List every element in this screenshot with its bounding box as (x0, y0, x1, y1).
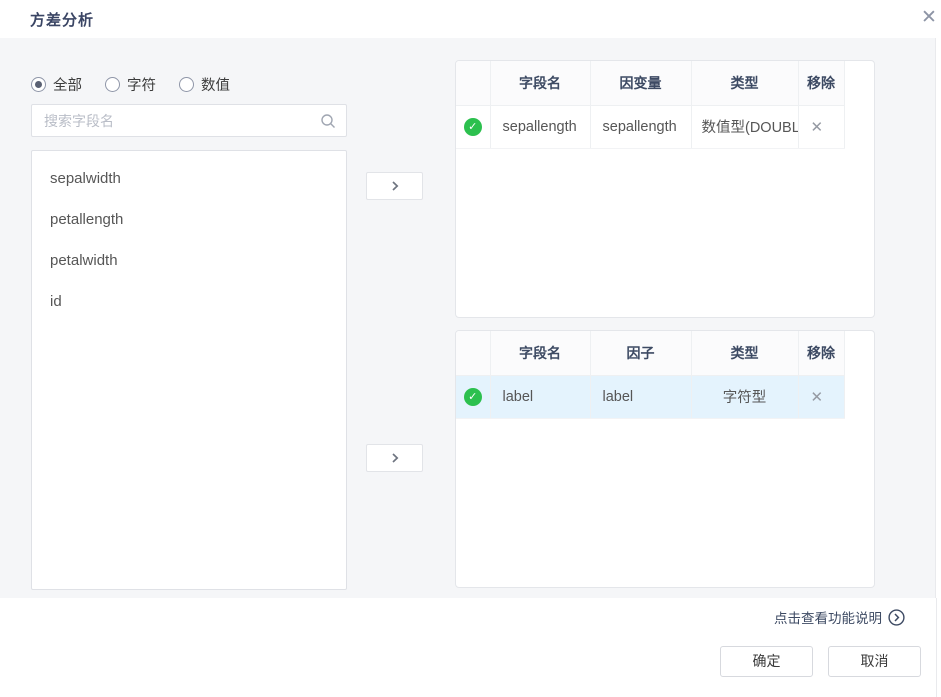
remove-cell: ✕ (798, 105, 844, 148)
field-type-filter: 全部 字符 数值 (31, 74, 230, 95)
available-fields-list: sepalwidth petallength petalwidth id (31, 150, 347, 590)
help-link[interactable]: 点击查看功能说明 (774, 607, 905, 627)
table-header-row: 字段名 因子 类型 移除 (456, 331, 844, 375)
header-factor: 因子 (590, 331, 691, 375)
move-to-factor-button[interactable] (366, 444, 423, 472)
dialog-title: 方差分析 (30, 9, 94, 30)
factor-table: 字段名 因子 类型 移除 ✓ label label 字符型 ✕ (456, 331, 845, 419)
anova-dialog: 方差分析 ✕ 全部 字符 数值 (0, 0, 941, 697)
radio-string[interactable]: 字符 (105, 74, 156, 95)
remove-cell: ✕ (798, 375, 844, 418)
dependent-variable-panel: 字段名 因变量 类型 移除 ✓ sepallength sepallength … (455, 60, 875, 318)
radio-unselected-icon (179, 77, 194, 92)
field-name-cell: label (490, 375, 590, 418)
help-link-label: 点击查看功能说明 (774, 607, 882, 627)
header-remove: 移除 (798, 331, 844, 375)
search-input[interactable] (31, 104, 347, 137)
field-name-cell: sepallength (490, 105, 590, 148)
dialog-right-edge (936, 598, 937, 697)
dependent-variable-table: 字段名 因变量 类型 移除 ✓ sepallength sepallength … (456, 61, 845, 149)
radio-selected-icon (31, 77, 46, 92)
radio-string-label: 字符 (127, 74, 156, 95)
circled-arrow-icon (888, 609, 905, 626)
radio-all-label: 全部 (53, 74, 82, 95)
chevron-right-icon (389, 452, 401, 464)
type-cell: 数值型(DOUBL (691, 105, 798, 148)
list-item[interactable]: sepalwidth (32, 158, 346, 199)
remove-icon[interactable]: ✕ (811, 119, 824, 136)
type-cell: 字符型 (691, 375, 798, 418)
dependent-variable-cell: sepallength (590, 105, 691, 148)
check-circle-icon: ✓ (464, 118, 482, 136)
header-remove: 移除 (798, 61, 844, 105)
factor-cell: label (590, 375, 691, 418)
dialog-titlebar: 方差分析 ✕ (0, 0, 941, 38)
close-icon[interactable]: ✕ (916, 5, 941, 31)
chevron-right-icon (389, 180, 401, 192)
radio-numeric[interactable]: 数值 (179, 74, 230, 95)
radio-numeric-label: 数值 (201, 74, 230, 95)
check-circle-icon: ✓ (464, 388, 482, 406)
table-row[interactable]: ✓ sepallength sepallength 数值型(DOUBL ✕ (456, 105, 844, 148)
remove-icon[interactable]: ✕ (811, 389, 824, 406)
header-status (456, 61, 490, 105)
header-field-name: 字段名 (490, 331, 590, 375)
status-cell: ✓ (456, 375, 490, 418)
header-status (456, 331, 490, 375)
search-icon (320, 113, 336, 129)
search-field (31, 104, 347, 137)
header-field-name: 字段名 (490, 61, 590, 105)
radio-all[interactable]: 全部 (31, 74, 82, 95)
table-row-selected[interactable]: ✓ label label 字符型 ✕ (456, 375, 844, 418)
list-item[interactable]: id (32, 281, 346, 322)
list-item[interactable]: petalwidth (32, 240, 346, 281)
status-cell: ✓ (456, 105, 490, 148)
move-to-dependent-button[interactable] (366, 172, 423, 200)
cancel-button[interactable]: 取消 (828, 646, 921, 677)
table-header-row: 字段名 因变量 类型 移除 (456, 61, 844, 105)
dialog-footer: 点击查看功能说明 确定 取消 (0, 598, 936, 697)
ok-button[interactable]: 确定 (720, 646, 813, 677)
factor-panel: 字段名 因子 类型 移除 ✓ label label 字符型 ✕ (455, 330, 875, 588)
list-item[interactable]: petallength (32, 199, 346, 240)
header-type: 类型 (691, 331, 798, 375)
header-dependent-variable: 因变量 (590, 61, 691, 105)
radio-unselected-icon (105, 77, 120, 92)
header-type: 类型 (691, 61, 798, 105)
dialog-body: 全部 字符 数值 sepalwidth petallength petalwid… (0, 38, 936, 598)
